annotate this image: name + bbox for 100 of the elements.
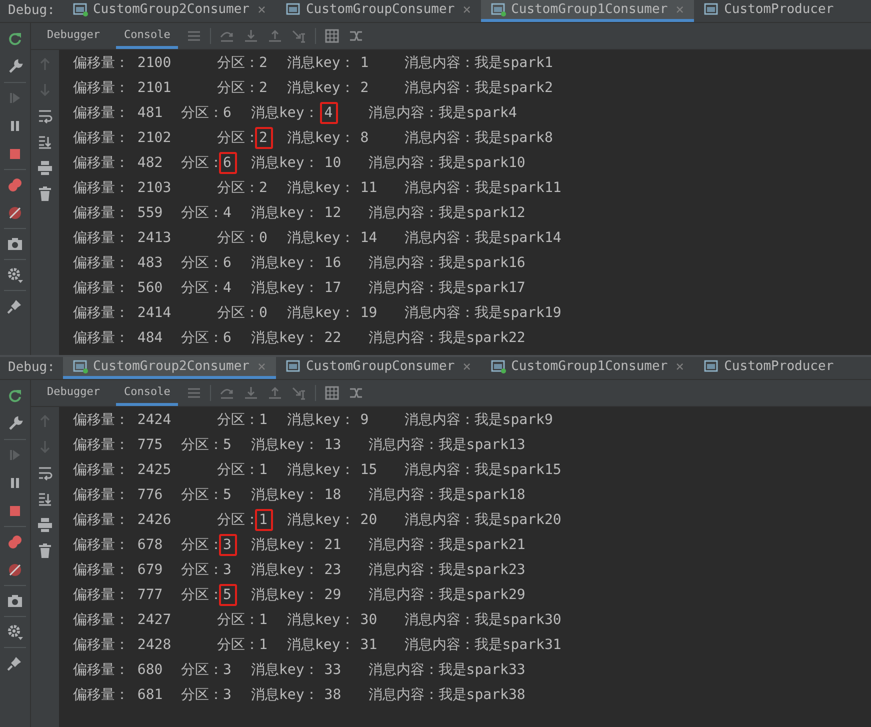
message-content: 消息内容：我是spark23 — [368, 561, 526, 580]
key-label: 消息key： — [287, 54, 354, 73]
key-label: 消息key： — [251, 279, 318, 298]
soft-wrap-icon[interactable] — [37, 465, 53, 481]
message-content: 消息内容：我是spark18 — [368, 486, 526, 505]
offset-text: 偏移量： 482 — [73, 154, 164, 173]
run-to-cursor-icon[interactable] — [291, 385, 308, 401]
partition-value: 5 — [223, 487, 232, 503]
view-tab[interactable]: Console — [116, 380, 178, 406]
partition-value: 6 — [223, 330, 232, 346]
settings-icon[interactable] — [7, 267, 23, 283]
key-value: 19 — [360, 305, 378, 321]
rerun-icon[interactable] — [7, 388, 23, 404]
key-label: 消息key： — [251, 486, 318, 505]
view-tab[interactable]: Debugger — [39, 380, 108, 406]
partition-value: 3 — [223, 662, 232, 678]
key-value: 13 — [324, 437, 342, 453]
key-label: 消息key： — [251, 686, 318, 705]
message-content: 消息内容：我是spark1 — [404, 54, 553, 73]
wrench-icon[interactable] — [7, 416, 23, 432]
partition-value: 4 — [223, 205, 232, 221]
calculator-icon[interactable] — [324, 385, 340, 401]
message-content: 消息内容：我是spark11 — [404, 179, 562, 198]
key-value: 29 — [324, 587, 342, 603]
pin-icon[interactable] — [7, 298, 23, 314]
calculator-icon[interactable] — [324, 28, 340, 44]
message-content: 消息内容：我是spark4 — [368, 104, 517, 123]
key-value: 30 — [360, 612, 378, 628]
mute-breakpoints-icon[interactable] — [7, 205, 23, 221]
partition-value: 3 — [223, 537, 232, 553]
rerun-icon[interactable] — [7, 31, 23, 47]
key-value: 11 — [360, 180, 378, 196]
key-value: 22 — [324, 330, 342, 346]
offset-text: 偏移量： 777 — [73, 586, 164, 605]
key-label: 消息key： — [251, 661, 318, 680]
run-tab[interactable]: CustomGroup2Consumer × — [62, 0, 276, 22]
camera-icon[interactable] — [7, 236, 23, 252]
print-icon[interactable] — [37, 160, 53, 176]
partition-value: 4 — [223, 280, 232, 296]
wrench-icon[interactable] — [7, 59, 23, 75]
step-into-icon[interactable] — [243, 385, 260, 401]
key-label: 消息key： — [287, 461, 354, 480]
key-value: 17 — [324, 280, 342, 296]
message-content: 消息内容：我是spark8 — [404, 129, 553, 148]
run-tab[interactable]: CustomGroupConsumer × — [276, 0, 482, 22]
partition-label: 分区： — [181, 329, 223, 348]
breakpoints-icon[interactable] — [7, 534, 23, 550]
stop-icon[interactable] — [7, 146, 23, 162]
key-value: 9 — [360, 412, 369, 428]
run-tab[interactable]: CustomGroup2Consumer × — [62, 357, 276, 379]
run-tab[interactable]: CustomGroup1Consumer × — [481, 357, 694, 379]
message-content: 消息内容：我是spark22 — [368, 329, 526, 348]
partition-value: 2 — [259, 55, 268, 71]
trash-icon[interactable] — [37, 186, 53, 202]
run-tab[interactable]: CustomProducer — [694, 357, 844, 379]
offset-text: 偏移量： 2413 — [73, 229, 172, 248]
message-content: 消息内容：我是spark31 — [404, 636, 562, 655]
step-out-icon[interactable] — [267, 28, 284, 44]
soft-wrap-icon[interactable] — [37, 108, 53, 124]
partition-label: 分区： — [217, 229, 259, 248]
partition-label: 分区： — [181, 279, 223, 298]
view-tab[interactable]: Console — [116, 23, 178, 49]
camera-icon[interactable] — [7, 593, 23, 609]
key-label: 消息key： — [287, 79, 354, 98]
partition-label: 分区： — [181, 254, 223, 273]
message-content: 消息内容：我是spark19 — [404, 304, 562, 323]
partition-label: 分区： — [217, 304, 259, 323]
view-tab[interactable]: Debugger — [39, 23, 108, 49]
run-tab[interactable]: CustomGroupConsumer × — [276, 357, 482, 379]
offset-text: 偏移量： 2102 — [73, 129, 172, 148]
run-to-cursor-icon[interactable] — [291, 28, 308, 44]
print-icon[interactable] — [37, 517, 53, 533]
offset-text: 偏移量： 776 — [73, 486, 164, 505]
key-label: 消息key： — [251, 586, 318, 605]
breakpoints-icon[interactable] — [7, 177, 23, 193]
trash-icon[interactable] — [37, 543, 53, 559]
step-into-icon[interactable] — [243, 28, 260, 44]
offset-text: 偏移量： 2428 — [73, 636, 172, 655]
partition-label: 分区： — [181, 154, 223, 173]
offset-text: 偏移量： 484 — [73, 329, 164, 348]
key-value: 18 — [324, 487, 342, 503]
settings-icon[interactable] — [7, 624, 23, 640]
partition-value: 3 — [223, 562, 232, 578]
stop-icon[interactable] — [7, 503, 23, 519]
step-out-icon[interactable] — [267, 385, 284, 401]
message-content: 消息内容：我是spark17 — [368, 279, 526, 298]
mute-breakpoints-icon[interactable] — [7, 562, 23, 578]
menu-icon[interactable] — [186, 28, 202, 44]
partition-label: 分区： — [181, 586, 223, 605]
pin-icon[interactable] — [7, 655, 23, 671]
run-tab[interactable]: CustomProducer — [694, 0, 844, 22]
partition-label: 分区： — [217, 129, 259, 148]
menu-icon[interactable] — [186, 385, 202, 401]
run-tab[interactable]: CustomGroup1Consumer × — [481, 0, 694, 22]
key-value: 20 — [360, 512, 378, 528]
scroll-to-end-icon[interactable] — [37, 491, 53, 507]
offset-text: 偏移量： 681 — [73, 686, 164, 705]
key-value: 23 — [324, 562, 342, 578]
partition-value: 1 — [259, 612, 268, 628]
scroll-to-end-icon[interactable] — [37, 134, 53, 150]
